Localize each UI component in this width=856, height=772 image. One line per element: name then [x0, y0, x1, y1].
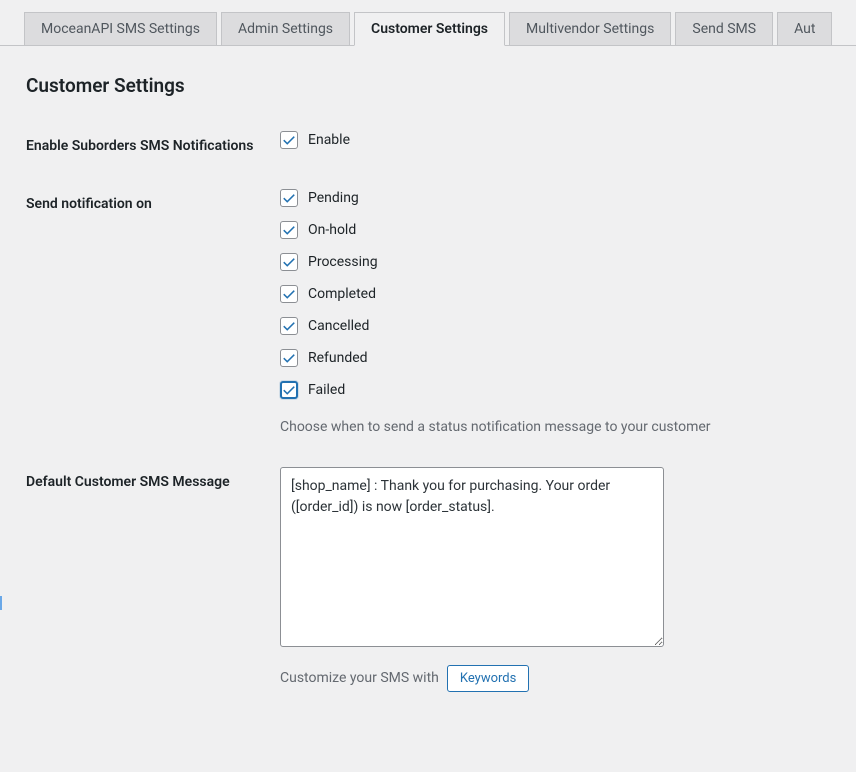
tab-multivendor-settings[interactable]: Multivendor Settings [509, 12, 671, 45]
checkbox-label-refunded[interactable]: Refunded [308, 350, 368, 366]
page-title: Customer Settings [26, 74, 830, 97]
row-send-notification: Send notification on Pending On-hold [26, 189, 830, 435]
tab-send-sms[interactable]: Send SMS [675, 12, 773, 45]
checkbox-completed[interactable] [280, 285, 298, 303]
row-default-message: Default Customer SMS Message Customize y… [26, 467, 830, 692]
checkbox-label-pending[interactable]: Pending [308, 190, 359, 206]
label-send-notification: Send notification on [26, 189, 280, 215]
field-enable-suborders: Enable [280, 131, 830, 149]
checkbox-cancelled[interactable] [280, 317, 298, 335]
keywords-button[interactable]: Keywords [447, 665, 529, 692]
checkbox-label-processing[interactable]: Processing [308, 254, 378, 270]
field-send-notification: Pending On-hold Processing [280, 189, 830, 435]
field-default-message: Customize your SMS with Keywords [280, 467, 830, 692]
tab-aut[interactable]: Aut [777, 12, 832, 45]
checkbox-pending[interactable] [280, 189, 298, 207]
checkbox-failed[interactable] [280, 381, 298, 399]
customize-prefix-text: Customize your SMS with [280, 670, 439, 686]
help-text-send-notification: Choose when to send a status notificatio… [280, 419, 830, 435]
checkbox-on-hold[interactable] [280, 221, 298, 239]
tab-customer-settings[interactable]: Customer Settings [354, 12, 505, 46]
tab-admin-settings[interactable]: Admin Settings [221, 12, 350, 45]
row-enable-suborders: Enable Suborders SMS Notifications Enabl… [26, 131, 830, 157]
textarea-default-message[interactable] [280, 467, 664, 647]
tabs-nav: MoceanAPI SMS Settings Admin Settings Cu… [0, 0, 856, 46]
checkbox-label-on-hold[interactable]: On-hold [308, 222, 356, 238]
customize-row: Customize your SMS with Keywords [280, 665, 830, 692]
checkbox-label-failed[interactable]: Failed [308, 382, 345, 398]
checkbox-enable-suborders[interactable] [280, 131, 298, 149]
checkbox-label-cancelled[interactable]: Cancelled [308, 318, 369, 334]
checkbox-label-enable[interactable]: Enable [308, 132, 350, 148]
tab-mocean-api-sms-settings[interactable]: MoceanAPI SMS Settings [24, 12, 217, 45]
checkbox-label-completed[interactable]: Completed [308, 286, 376, 302]
checkbox-processing[interactable] [280, 253, 298, 271]
checkbox-refunded[interactable] [280, 349, 298, 367]
label-default-message: Default Customer SMS Message [26, 467, 280, 493]
content-area: Customer Settings Enable Suborders SMS N… [0, 46, 856, 692]
label-enable-suborders: Enable Suborders SMS Notifications [26, 131, 280, 157]
